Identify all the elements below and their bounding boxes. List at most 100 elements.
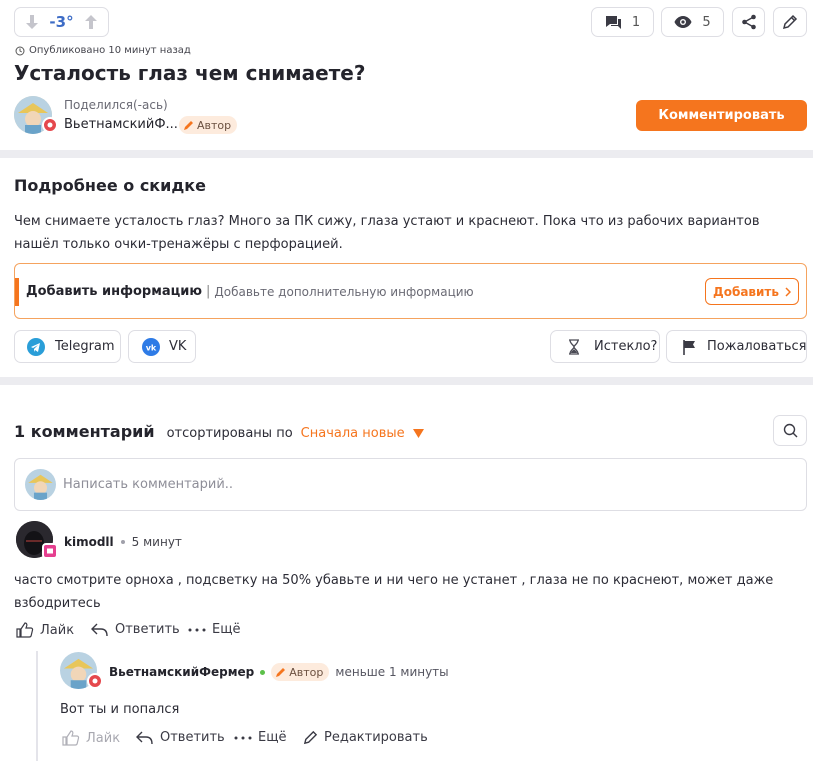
author-tag-label: Автор xyxy=(197,118,232,132)
comments-count: 1 xyxy=(631,14,641,30)
caret-down-icon xyxy=(412,429,424,438)
thumbs-up-icon xyxy=(62,730,80,746)
telegram-icon xyxy=(27,337,45,356)
share-vk-button[interactable]: vk VK xyxy=(128,330,196,363)
reply-tag-label: Автор xyxy=(289,665,324,679)
reply-arrow-icon xyxy=(91,623,109,637)
details-body: Чем снимаете усталость глаз? Много за ПК… xyxy=(14,214,760,252)
online-indicator xyxy=(260,669,266,675)
details-card: Подробнее о скидке Чем снимаете усталост… xyxy=(0,158,813,377)
pencil-icon xyxy=(303,730,318,745)
reply-button[interactable]: Ответить xyxy=(91,622,180,637)
reply-like-label: Лайк xyxy=(86,730,121,746)
expired-label: Истекло? xyxy=(594,339,658,354)
add-info-box: Добавить информацию | Добавьте дополните… xyxy=(14,263,807,319)
add-button-label: Добавить xyxy=(713,284,779,299)
more-dots-icon xyxy=(188,628,206,632)
thumbs-up-icon xyxy=(16,622,34,638)
pen-icon xyxy=(183,120,194,131)
add-info-separator: | xyxy=(205,284,211,299)
reply-text: Вот ты и попался xyxy=(60,702,180,717)
reply-meta: ВьетнамскийФермер Автор меньше 1 минуты xyxy=(109,663,449,681)
add-info-accent xyxy=(15,278,19,306)
share-telegram-button[interactable]: Telegram xyxy=(14,330,121,363)
reply-time: меньше 1 минуты xyxy=(335,665,449,679)
expired-button[interactable]: Истекло? xyxy=(550,330,660,363)
reply-label: Ответить xyxy=(115,622,180,637)
more-dots-icon xyxy=(234,736,252,740)
comments-count-button[interactable]: 1 xyxy=(591,7,654,37)
post-header-card: -3° 1 5 Опубликовано 10 минут назад Уста… xyxy=(0,0,813,150)
comments-count-label: 1 комментарий xyxy=(14,422,155,441)
vote-up-icon[interactable] xyxy=(84,14,98,30)
like-label: Лайк xyxy=(40,622,75,638)
thread-line xyxy=(36,651,38,761)
comment-text: часто смотрите орноха , подсветку на 50%… xyxy=(14,573,774,611)
add-info-hint: Добавьте дополнительную информацию xyxy=(214,284,474,299)
flag-icon xyxy=(683,339,697,355)
reply-author-tag: Автор xyxy=(271,663,330,681)
reply-author-badge xyxy=(87,673,103,689)
author-name[interactable]: ВьетнамскийФ... xyxy=(64,117,178,132)
sort-value: Сначала новые xyxy=(300,426,405,441)
more-button[interactable]: Ещё xyxy=(188,622,240,637)
comments-header: 1 комментарий отсортированы по Сначала н… xyxy=(14,422,424,441)
comments-card: 1 комментарий отсортированы по Сначала н… xyxy=(0,385,813,765)
comments-icon xyxy=(605,15,622,30)
chevron-right-icon xyxy=(785,286,791,297)
add-button[interactable]: Добавить xyxy=(705,278,799,305)
comment-button-label: Комментировать xyxy=(658,108,785,123)
comment-author-name[interactable]: kimodll xyxy=(64,535,114,549)
vk-icon: vk xyxy=(142,337,160,356)
vote-widget: -3° xyxy=(14,7,109,37)
views-count: 5 xyxy=(661,7,724,37)
sorted-label: отсортированы по xyxy=(166,426,293,441)
views-number: 5 xyxy=(702,14,711,30)
comment-button[interactable]: Комментировать xyxy=(636,100,807,131)
reply-reply-button[interactable]: Ответить xyxy=(136,730,225,745)
vote-down-icon[interactable] xyxy=(25,14,39,30)
shared-label: Поделился(-ась) xyxy=(64,98,168,112)
current-user-avatar xyxy=(25,469,56,500)
reply-author-name[interactable]: ВьетнамскийФермер xyxy=(109,665,254,679)
eye-icon xyxy=(674,16,692,28)
author-tag: Автор xyxy=(179,116,238,134)
vote-value: -3° xyxy=(49,13,74,31)
edit-reply-button[interactable]: Редактировать xyxy=(303,730,428,745)
share-button[interactable] xyxy=(732,7,765,37)
separator-dot xyxy=(120,540,125,544)
reply-more-button[interactable]: Ещё xyxy=(234,730,286,745)
more-label: Ещё xyxy=(212,622,241,637)
pencil-icon xyxy=(782,14,798,30)
author-rank-badge xyxy=(42,117,58,133)
edit-button[interactable] xyxy=(773,7,807,37)
published-text: Опубликовано 10 минут назад xyxy=(29,45,191,56)
comment-meta: kimodll 5 минут xyxy=(64,535,182,549)
telegram-label: Telegram xyxy=(55,339,115,354)
post-title: Усталость глаз чем снимаете? xyxy=(14,61,366,85)
edit-reply-label: Редактировать xyxy=(324,730,428,745)
search-icon xyxy=(783,423,798,438)
published-info: Опубликовано 10 минут назад xyxy=(15,45,191,56)
vk-label: VK xyxy=(169,339,187,354)
reply-arrow-icon xyxy=(136,731,154,745)
search-comments-button[interactable] xyxy=(773,415,807,446)
comment-author-badge xyxy=(42,543,58,559)
add-info-text: Добавить информацию | Добавьте дополните… xyxy=(26,284,474,299)
report-label: Пожаловаться xyxy=(707,339,807,354)
add-info-title: Добавить информацию xyxy=(26,284,202,299)
details-heading: Подробнее о скидке xyxy=(14,176,206,195)
pen-icon xyxy=(275,667,286,678)
svg-text:vk: vk xyxy=(146,343,157,352)
comment-input[interactable]: Написать комментарий.. xyxy=(14,458,807,511)
sort-dropdown[interactable]: Сначала новые xyxy=(301,426,424,441)
report-button[interactable]: Пожаловаться xyxy=(666,330,807,363)
hourglass-icon xyxy=(568,338,580,355)
reply-reply-label: Ответить xyxy=(160,730,225,745)
reply-more-label: Ещё xyxy=(258,730,287,745)
clock-icon xyxy=(15,46,25,56)
comment-input-placeholder: Написать комментарий.. xyxy=(63,477,234,492)
reply-like-button[interactable]: Лайк xyxy=(62,730,120,746)
comment-time: 5 минут xyxy=(131,535,182,549)
like-button[interactable]: Лайк xyxy=(16,622,74,638)
